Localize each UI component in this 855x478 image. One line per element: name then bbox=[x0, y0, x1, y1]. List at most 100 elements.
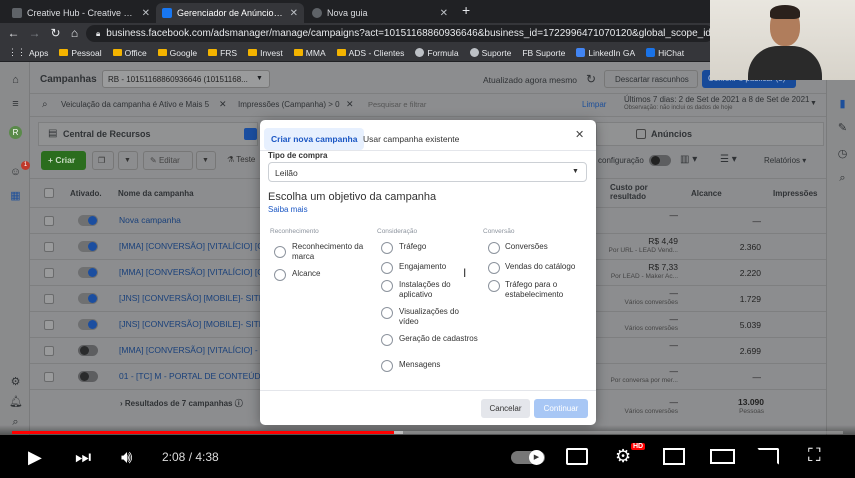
bookmark-invest[interactable]: Invest bbox=[248, 48, 283, 58]
bookmark-google[interactable]: Google bbox=[157, 48, 197, 58]
objective-radio-consideration-4[interactable] bbox=[381, 334, 393, 346]
create-button[interactable]: + Criar bbox=[41, 151, 86, 170]
campaign-name-link[interactable]: [MMA] [CONVERSÃO] [VITALÍCIO] - REC bbox=[119, 345, 278, 355]
next-icon[interactable]: ⏭︎ bbox=[75, 447, 91, 467]
duplicate-icon[interactable]: ❐ bbox=[92, 151, 114, 170]
campaign-toggle[interactable] bbox=[78, 215, 98, 226]
tab-creative-hub[interactable]: Creative Hub - Creative Hub | My ✕ bbox=[6, 3, 156, 23]
tab-new-tab[interactable]: Nova guia ✕ bbox=[306, 3, 454, 23]
tab-close-icon[interactable]: ✕ bbox=[142, 8, 150, 19]
account-selector[interactable]: RB - 10151168860936646 (10151168... bbox=[102, 70, 270, 88]
zoom-icon[interactable]: ⌕ bbox=[836, 172, 849, 185]
close-icon[interactable]: ✕ bbox=[219, 99, 227, 110]
campaign-toggle[interactable] bbox=[78, 241, 98, 252]
objective-radio-awareness-1[interactable] bbox=[274, 269, 286, 281]
bell-icon[interactable]: 🔔︎ bbox=[9, 396, 23, 409]
forward-arrow-icon[interactable]: → bbox=[27, 26, 42, 40]
row-checkbox[interactable] bbox=[44, 268, 54, 278]
refresh-icon[interactable]: ↻ bbox=[586, 72, 596, 86]
tab-use-existing-campaign[interactable]: Usar campanha existente bbox=[356, 128, 466, 150]
play-icon[interactable]: ▶ bbox=[28, 447, 42, 467]
objective-radio-conversion-2[interactable] bbox=[488, 280, 500, 292]
bookmark-formula[interactable]: Formula bbox=[415, 48, 459, 58]
row-checkbox[interactable] bbox=[44, 320, 54, 330]
tab-ads-manager[interactable]: Gerenciador de Anúncios - Gere ✕ bbox=[156, 3, 304, 23]
bookmark-hichat[interactable]: HiChat bbox=[646, 48, 684, 58]
objective-radio-consideration-1[interactable] bbox=[381, 262, 393, 274]
objective-label[interactable]: Tráfego para o estabelecimento bbox=[505, 280, 587, 300]
emoji-icon[interactable]: ☺ bbox=[9, 166, 22, 179]
miniplayer-icon[interactable] bbox=[663, 448, 685, 465]
col-header-activated[interactable]: Ativado. bbox=[70, 189, 102, 198]
menu-icon[interactable]: ≡ bbox=[9, 98, 22, 111]
objective-label[interactable]: Vendas do catálogo bbox=[505, 262, 587, 272]
bookmark-mma[interactable]: MMA bbox=[293, 48, 326, 58]
bookmark-frs[interactable]: FRS bbox=[208, 48, 237, 58]
bookmark-suporte[interactable]: Suporte bbox=[469, 48, 511, 58]
close-icon[interactable]: ✕ bbox=[575, 128, 584, 141]
col-header-name[interactable]: Nome da campanha bbox=[118, 189, 194, 198]
campaign-toggle[interactable] bbox=[78, 267, 98, 278]
ads-tab-checkbox[interactable] bbox=[636, 129, 646, 139]
objective-label[interactable]: Mensagens bbox=[399, 360, 479, 370]
date-range-picker[interactable]: Últimos 7 dias: 2 de Set de 2021 a 8 de … bbox=[624, 95, 809, 104]
campaign-name-link[interactable]: 01 - [TC] M - PORTAL DE CONTEÚDO - C bbox=[119, 371, 281, 381]
col-header-reach[interactable]: Alcance bbox=[691, 189, 722, 198]
close-icon[interactable]: ✕ bbox=[346, 99, 354, 110]
chevron-down-icon[interactable]: ▼ bbox=[118, 151, 138, 170]
subtitles-icon[interactable] bbox=[566, 448, 588, 465]
col-header-impressions[interactable]: Impressões bbox=[773, 189, 817, 198]
gear-icon[interactable]: ⚙ bbox=[615, 446, 631, 466]
reports-button[interactable]: Relatórios ▾ bbox=[764, 156, 806, 165]
objective-label[interactable]: Instalações do aplicativo bbox=[399, 280, 479, 300]
theater-mode-icon[interactable] bbox=[710, 449, 735, 464]
select-all-checkbox[interactable] bbox=[44, 188, 54, 198]
clock-icon[interactable]: ◷ bbox=[836, 148, 849, 161]
cancel-button[interactable]: Cancelar bbox=[481, 399, 530, 418]
tab-close-icon[interactable]: ✕ bbox=[290, 8, 298, 19]
objective-label[interactable]: Tráfego bbox=[399, 242, 479, 252]
campaign-toggle[interactable] bbox=[78, 319, 98, 330]
pencil-icon[interactable]: ✎ bbox=[836, 122, 849, 135]
volume-icon[interactable]: 🔊︎ bbox=[121, 447, 132, 467]
avatar[interactable]: R bbox=[9, 126, 22, 139]
tab-ads[interactable] bbox=[596, 122, 824, 146]
bookmark-office[interactable]: Office bbox=[112, 48, 147, 58]
objective-label[interactable]: Geração de cadastros bbox=[399, 334, 479, 344]
continue-button[interactable]: Continuar bbox=[534, 399, 588, 418]
bar-chart-icon[interactable]: ▮ bbox=[836, 98, 849, 111]
campaign-name-link[interactable]: [JNS] [CONVERSÃO] [MOBILE]- SITE Na bbox=[119, 319, 278, 329]
fullscreen-icon[interactable]: ⛶ bbox=[808, 445, 821, 465]
objective-label[interactable]: Conversões bbox=[505, 242, 587, 252]
chevron-down-icon[interactable]: ▼ bbox=[196, 151, 216, 170]
cast-icon[interactable] bbox=[757, 448, 779, 465]
reload-icon[interactable]: ↻ bbox=[48, 26, 63, 40]
col-header-cost-per-result[interactable]: Custo por resultado bbox=[610, 183, 672, 201]
chevron-down-icon[interactable]: ▼ bbox=[810, 100, 817, 107]
objective-radio-consideration-5[interactable] bbox=[381, 360, 393, 372]
campaign-name-link[interactable]: [MMA] [CONVERSÃO] [VITALÍCIO] [CBO] bbox=[119, 267, 278, 277]
row-checkbox[interactable] bbox=[44, 294, 54, 304]
tab-create-new-campaign[interactable]: Criar nova campanha bbox=[264, 128, 365, 150]
autoplay-toggle[interactable]: ▶ bbox=[511, 450, 545, 465]
edit-button[interactable]: ✎ Editar bbox=[143, 151, 193, 170]
bookmark-apps[interactable]: ⋮⋮ Apps bbox=[8, 47, 48, 58]
learn-more-link[interactable]: Saiba mais bbox=[268, 205, 308, 214]
objective-radio-consideration-3[interactable] bbox=[381, 307, 393, 319]
clear-filters-link[interactable]: Limpar bbox=[582, 100, 606, 109]
address-bar[interactable]: 🔒︎ business.facebook.com/adsmanager/mana… bbox=[86, 25, 714, 42]
filter-search-input[interactable]: Pesquisar e filtrar bbox=[368, 100, 426, 109]
progress-bar[interactable] bbox=[12, 431, 843, 434]
results-summary[interactable]: › Resultados de 7 campanhas ⓘ bbox=[120, 398, 243, 409]
objective-radio-awareness-0[interactable] bbox=[274, 246, 286, 258]
bookmark-fb-suporte[interactable]: FB Suporte bbox=[522, 48, 565, 58]
campaign-name-link[interactable]: [MMA] [CONVERSÃO] [VITALÍCIO] [CBO] bbox=[119, 241, 278, 251]
bookmark-ads-clientes[interactable]: ADS - Clientes bbox=[336, 48, 404, 58]
row-checkbox[interactable] bbox=[44, 346, 54, 356]
configuration-toggle[interactable] bbox=[649, 155, 671, 166]
row-checkbox[interactable] bbox=[44, 242, 54, 252]
filter-chip-impressions[interactable]: Impressões (Campanha) > 0 bbox=[238, 100, 340, 109]
objective-label[interactable]: Reconhecimento da marca bbox=[292, 242, 372, 262]
campaign-name-link[interactable]: [JNS] [CONVERSÃO] [MOBILE]- SITE Opt bbox=[119, 293, 281, 303]
gear-icon[interactable]: ⚙ bbox=[9, 376, 22, 389]
